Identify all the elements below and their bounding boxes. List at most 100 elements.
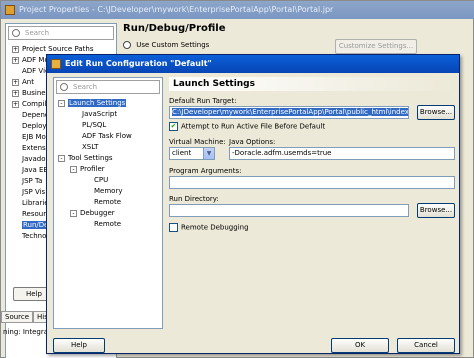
- nav-item-label: Remote: [94, 220, 122, 228]
- java-options-label: Java Options:: [229, 138, 276, 146]
- nav-item[interactable]: - Profiler: [70, 164, 105, 175]
- nav-item-label: CPU: [94, 176, 109, 184]
- settings-navigation-tree: Search - Launch Settings JavaScript PL/SQL A…: [53, 77, 163, 329]
- radio-icon: [123, 41, 131, 49]
- project-tree-item[interactable]: ADF Vie: [12, 66, 49, 77]
- jdeveloper-icon: [5, 5, 15, 15]
- nav-item-label: PL/SQL: [82, 121, 107, 129]
- project-tree-item-label: JSP Ta: [22, 177, 43, 185]
- browse-run-target-button[interactable]: Browse...: [417, 105, 455, 120]
- project-tree-item[interactable]: Librarie: [12, 198, 49, 209]
- nav-item-label: Memory: [94, 187, 123, 195]
- expand-icon[interactable]: +: [12, 89, 19, 97]
- project-tree-item[interactable]: + Busine: [12, 88, 46, 99]
- dialog-titlebar: Edit Run Configuration "Default": [47, 55, 459, 73]
- project-tree-item[interactable]: JSP Vis: [12, 187, 45, 198]
- project-tree-item[interactable]: + ADF Mo: [12, 55, 49, 66]
- cancel-button[interactable]: Cancel: [397, 338, 455, 353]
- run-directory-label: Run Directory:: [169, 195, 219, 203]
- nav-item[interactable]: JavaScript: [70, 109, 117, 120]
- project-tree-item[interactable]: EJB Mo: [12, 132, 46, 143]
- project-tree-item-label: Busine: [22, 89, 46, 97]
- project-properties-search-input[interactable]: Search: [8, 26, 114, 40]
- project-tree-item[interactable]: + Ant: [12, 77, 34, 88]
- run-debug-profile-heading: Run/Debug/Profile: [123, 23, 226, 34]
- collapse-icon[interactable]: -: [70, 165, 77, 173]
- search-icon: [60, 83, 68, 91]
- nav-item-label: Debugger: [80, 209, 115, 217]
- java-options-field[interactable]: -Doracle.adfm.usemds=true: [229, 147, 455, 160]
- nav-item-label: JavaScript: [82, 110, 118, 118]
- project-tree-item-label: Javado: [22, 155, 46, 163]
- project-properties-titlebar: Project Properties - C:\JDeveloper\mywor…: [1, 1, 474, 19]
- ok-button[interactable]: OK: [331, 338, 389, 353]
- project-tree-item[interactable]: Depend: [12, 110, 49, 121]
- nav-item-label: Profiler: [80, 165, 105, 173]
- project-tree-item-label: Project Source Paths: [22, 45, 94, 53]
- virtual-machine-label: Virtual Machine:: [169, 138, 226, 146]
- remote-debugging-checkbox[interactable]: Remote Debugging: [169, 223, 249, 232]
- project-tree-item[interactable]: Javado: [12, 154, 46, 165]
- nav-item[interactable]: Remote: [82, 219, 121, 230]
- use-custom-settings-radio[interactable]: Use Custom Settings: [123, 41, 209, 49]
- expand-icon[interactable]: +: [12, 56, 19, 64]
- project-tree-item-label: Deploy: [22, 122, 47, 130]
- search-icon: [12, 29, 20, 37]
- project-tree-item[interactable]: Extensi: [12, 143, 48, 154]
- project-tree-item-label: JSP Vis: [22, 188, 46, 196]
- project-tree-item-label: ADF Mo: [22, 56, 49, 64]
- program-arguments-label: Program Arguments:: [169, 167, 242, 175]
- nav-item[interactable]: - Launch Settings: [58, 98, 127, 109]
- run-directory-field[interactable]: [169, 204, 409, 217]
- project-tree-item-label: Extensi: [22, 144, 48, 152]
- project-tree-item[interactable]: Resour: [12, 209, 46, 220]
- project-tree-item-label: Ant: [22, 78, 34, 86]
- browse-run-directory-button[interactable]: Browse...: [417, 203, 455, 218]
- project-tree-item[interactable]: Java EE: [12, 165, 48, 176]
- launch-settings-heading: Launch Settings: [169, 77, 455, 91]
- project-tree-item[interactable]: Technol: [12, 231, 48, 242]
- collapse-icon[interactable]: -: [70, 209, 77, 217]
- project-tree-item[interactable]: Deploy: [12, 121, 47, 132]
- project-tree-item-label: Technol: [22, 232, 49, 240]
- nav-item[interactable]: Remote: [82, 197, 121, 208]
- chevron-down-icon: ▼: [203, 148, 214, 159]
- nav-item-label: Launch Settings: [68, 99, 127, 107]
- nav-item[interactable]: PL/SQL: [70, 120, 106, 131]
- dialog-help-button[interactable]: Help: [53, 338, 105, 353]
- checkbox-unchecked-icon: [169, 223, 178, 232]
- nav-item-label: ADF Task Flow: [82, 132, 132, 140]
- project-tree-item-label: Librarie: [22, 199, 49, 207]
- project-tree-item[interactable]: + Compile: [12, 99, 51, 110]
- settings-search-input[interactable]: Search: [56, 80, 160, 94]
- tab-source[interactable]: Source: [1, 311, 34, 323]
- program-arguments-field[interactable]: [169, 176, 455, 189]
- nav-item[interactable]: Memory: [82, 186, 122, 197]
- project-properties-title: Project Properties - C:\JDeveloper\mywor…: [19, 5, 334, 14]
- virtual-machine-select[interactable]: client ▼: [169, 147, 215, 160]
- checkbox-checked-icon: ✔: [169, 122, 178, 131]
- nav-item[interactable]: - Debugger: [70, 208, 115, 219]
- project-tree-item[interactable]: Run/De: [12, 220, 50, 231]
- project-tree-item-label: Java EE: [22, 166, 48, 174]
- expand-icon[interactable]: +: [12, 100, 19, 108]
- nav-item-label: XSLT: [82, 143, 99, 151]
- nav-item[interactable]: ADF Task Flow: [70, 131, 132, 142]
- edit-run-configuration-dialog: Edit Run Configuration "Default" Search …: [46, 54, 460, 354]
- nav-item-label: Tool Settings: [68, 154, 113, 162]
- expand-icon[interactable]: +: [12, 45, 19, 53]
- default-run-target-label: Default Run Target:: [169, 97, 237, 105]
- project-tree-item-label: Resour: [22, 210, 47, 218]
- status-text: ning: Integrat: [3, 328, 51, 336]
- default-run-target-field[interactable]: C:\JDeveloper\mywork\EnterprisePortalApp…: [169, 106, 409, 119]
- nav-item[interactable]: CPU: [82, 175, 108, 186]
- nav-item[interactable]: XSLT: [70, 142, 98, 153]
- attempt-run-active-checkbox[interactable]: ✔ Attempt to Run Active File Before Defau…: [169, 122, 325, 131]
- collapse-icon[interactable]: -: [58, 154, 65, 162]
- customize-settings-button[interactable]: Customize Settings...: [335, 39, 417, 54]
- expand-icon[interactable]: +: [12, 78, 19, 86]
- dialog-icon: [51, 59, 61, 69]
- nav-item[interactable]: - Tool Settings: [58, 153, 113, 164]
- project-tree-item[interactable]: JSP Ta: [12, 176, 42, 187]
- collapse-icon[interactable]: -: [58, 99, 65, 107]
